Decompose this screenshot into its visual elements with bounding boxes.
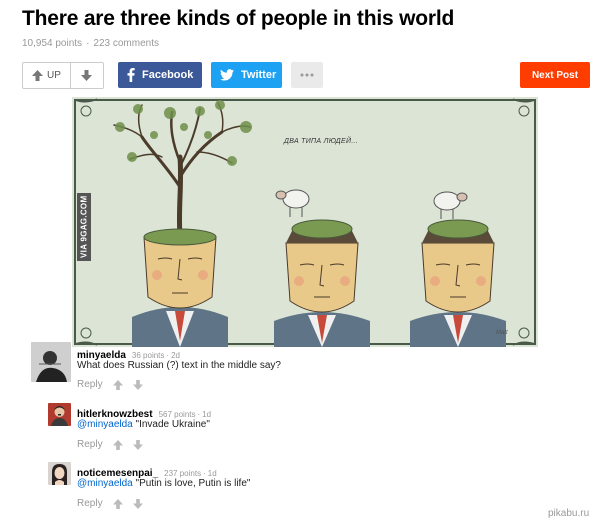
mention-link[interactable]: @minyaelda <box>77 478 133 489</box>
comment: hitlerknowzbest 567 points · 1d @minyaelda … <box>48 403 548 458</box>
arrow-down-icon <box>81 70 93 81</box>
comment-dot: · <box>203 469 206 478</box>
avatar[interactable] <box>48 462 71 485</box>
upvote-label: UP <box>47 70 61 81</box>
arrow-down-icon[interactable] <box>132 498 143 509</box>
next-post-button[interactable]: Next Post <box>520 62 590 88</box>
post-title: There are three kinds of people in this … <box>22 7 455 30</box>
comment-points: 36 points <box>131 351 165 360</box>
vote-control: UP <box>22 62 104 89</box>
meta-separator: · <box>86 38 90 49</box>
comment-points: 567 points <box>158 410 196 419</box>
person-left <box>132 228 228 347</box>
twitter-icon <box>220 69 234 81</box>
arrow-down-icon[interactable] <box>132 439 143 450</box>
reply-button[interactable]: Reply <box>77 379 103 390</box>
upvote-button[interactable]: UP <box>23 63 71 88</box>
comment-time: 1d <box>202 410 212 419</box>
arrow-up-icon <box>32 70 43 81</box>
post-image[interactable]: VIA 9GAG.COM ДВА ТИПА ЛЮДЕЙ... Matt <box>72 97 538 347</box>
comment: noticemesenpai_ 237 points · 1d @minyaelda … <box>48 462 548 517</box>
site-watermark: pikabu.ru <box>548 508 590 519</box>
comment-text: @minyaelda "Invade Ukraine" <box>77 419 210 430</box>
arrow-up-icon[interactable] <box>112 498 123 509</box>
avatar-image <box>48 403 71 426</box>
comments-count[interactable]: 223 comments <box>93 38 159 49</box>
comment-dot: · <box>166 351 170 360</box>
avatar[interactable] <box>48 403 71 426</box>
post-meta: 10,954 points · 223 comments <box>22 38 159 49</box>
reply-button[interactable]: Reply <box>77 439 103 450</box>
avatar[interactable] <box>31 342 71 382</box>
more-dots-icon <box>300 73 314 77</box>
image-caption: ДВА ТИПА ЛЮДЕЙ... <box>284 138 359 145</box>
comment-actions: Reply <box>77 379 143 390</box>
twitter-label: Twitter <box>241 69 277 81</box>
person-right <box>410 191 506 347</box>
facebook-icon <box>127 68 135 82</box>
comment-text: What does Russian (?) text in the middle… <box>77 360 281 371</box>
avatar-image <box>31 342 71 382</box>
comment-body: "Putin is love, Putin is life" <box>132 478 251 489</box>
points-count: 10,954 points <box>22 38 83 49</box>
comment-time: 2d <box>171 351 180 360</box>
post-illustration <box>74 98 536 347</box>
reply-button[interactable]: Reply <box>77 498 103 509</box>
comment-text: @minyaelda "Putin is love, Putin is life… <box>77 478 250 489</box>
artist-signature: Matt <box>496 330 508 336</box>
mention-link[interactable]: @minyaelda <box>77 419 133 430</box>
person-middle <box>274 189 370 347</box>
downvote-button[interactable] <box>71 63 103 88</box>
more-options-button[interactable] <box>291 62 323 88</box>
watermark: VIA 9GAG.COM <box>77 193 91 261</box>
comment-body: "Invade Ukraine" <box>132 419 210 430</box>
comment-points: 237 points <box>164 469 202 478</box>
comment: minyaelda 36 points · 2d What does Russian … <box>31 342 551 397</box>
arrow-up-icon[interactable] <box>112 439 123 450</box>
comment-actions: Reply <box>77 498 143 509</box>
facebook-label: Facebook <box>142 69 194 81</box>
facebook-share-button[interactable]: Facebook <box>118 62 202 88</box>
arrow-up-icon[interactable] <box>112 379 123 390</box>
comment-time: 1d <box>207 469 217 478</box>
avatar-image <box>48 462 71 485</box>
twitter-share-button[interactable]: Twitter <box>211 62 282 88</box>
comment-dot: · <box>197 410 201 419</box>
arrow-down-icon[interactable] <box>132 379 143 390</box>
comment-actions: Reply <box>77 439 143 450</box>
